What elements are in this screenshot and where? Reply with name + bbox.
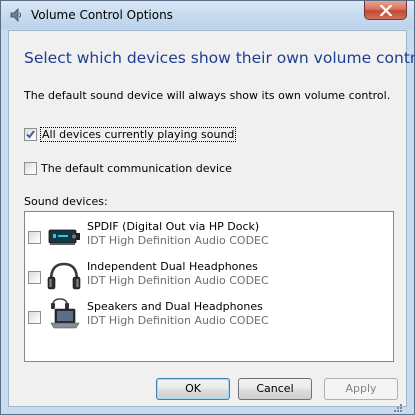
device-name: Speakers and Dual Headphones xyxy=(87,300,263,313)
speaker-icon xyxy=(8,7,24,23)
device-name: SPDIF (Digital Out via HP Dock) xyxy=(87,220,260,233)
dialog-body: Select which devices show their own volu… xyxy=(8,30,415,407)
volume-control-options-window: Volume Control Options Select which devi… xyxy=(0,0,415,415)
close-button[interactable] xyxy=(364,1,407,20)
resize-grip-icon[interactable] xyxy=(393,403,403,413)
checkmark-icon xyxy=(26,130,35,139)
window-title: Volume Control Options xyxy=(31,8,173,22)
sound-devices-label: Sound devices: xyxy=(24,195,108,208)
default-communication-label[interactable]: The default communication device xyxy=(41,162,232,175)
device-driver: IDT High Definition Audio CODEC xyxy=(87,234,269,247)
close-icon xyxy=(380,5,392,16)
list-item[interactable]: SPDIF (Digital Out via HP Dock) IDT High… xyxy=(25,216,393,256)
device-checkbox[interactable] xyxy=(28,231,41,244)
device-checkbox[interactable] xyxy=(28,271,41,284)
title-bar[interactable]: Volume Control Options xyxy=(1,1,414,29)
cancel-button[interactable]: Cancel xyxy=(238,378,312,400)
device-driver: IDT High Definition Audio CODEC xyxy=(87,314,269,327)
default-communication-checkbox[interactable] xyxy=(24,162,37,175)
list-item[interactable]: Speakers and Dual Headphones IDT High De… xyxy=(25,296,393,336)
list-item[interactable]: Independent Dual Headphones IDT High Def… xyxy=(25,256,393,296)
description-text: The default sound device will always sho… xyxy=(24,89,391,102)
laptop-speakers-icon xyxy=(47,298,81,332)
headphones-icon xyxy=(47,258,81,292)
apply-button[interactable]: Apply xyxy=(324,378,398,400)
ok-button[interactable]: OK xyxy=(156,378,230,400)
sound-devices-list[interactable]: SPDIF (Digital Out via HP Dock) IDT High… xyxy=(24,211,394,362)
device-name: Independent Dual Headphones xyxy=(87,260,258,273)
all-devices-checkbox[interactable] xyxy=(24,128,37,141)
digital-output-icon xyxy=(47,218,81,252)
all-devices-label[interactable]: All devices currently playing sound xyxy=(39,127,237,142)
main-instruction: Select which devices show their own volu… xyxy=(24,49,415,67)
device-driver: IDT High Definition Audio CODEC xyxy=(87,274,269,287)
device-checkbox[interactable] xyxy=(28,311,41,324)
